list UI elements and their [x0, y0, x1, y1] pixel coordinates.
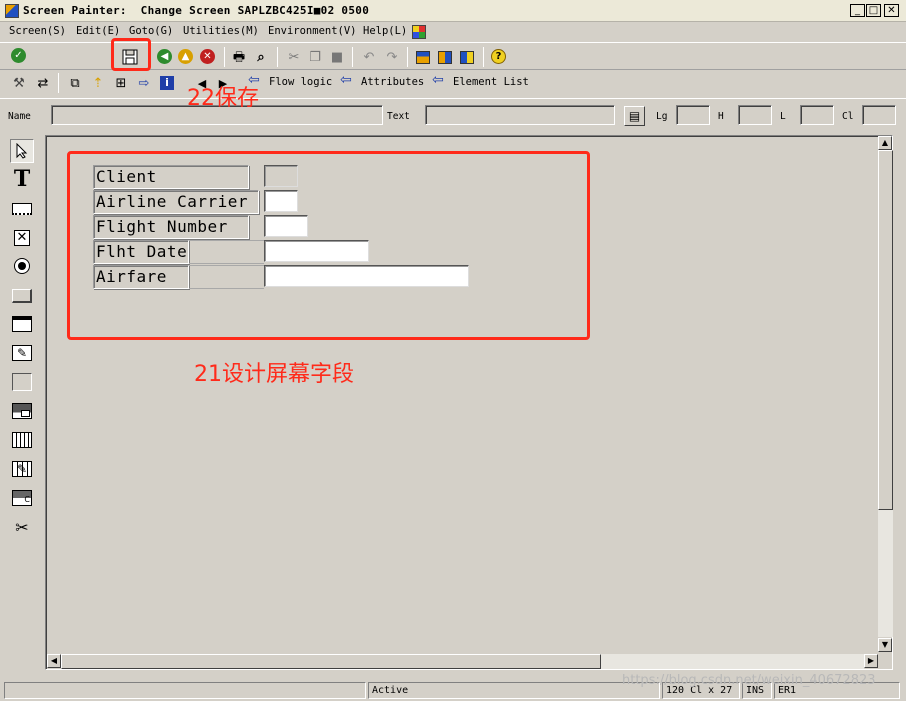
l-field[interactable] — [800, 105, 834, 125]
l-label: L — [780, 111, 786, 122]
save-annotation: 22保存 — [187, 86, 259, 111]
find-icon[interactable]: ⌕ — [252, 48, 270, 66]
back-icon[interactable]: ◀ — [157, 49, 172, 64]
toolbar-separator — [224, 47, 225, 67]
tabstrip-wizard-tool-icon[interactable]: ✎ — [10, 341, 34, 365]
table-control-tool-icon[interactable] — [10, 428, 34, 452]
navigate-icon[interactable]: ⇨ — [135, 74, 153, 92]
create-session-icon[interactable] — [414, 48, 432, 66]
h-label: H — [718, 111, 724, 122]
hierarchy-icon[interactable]: ⧉ — [66, 74, 84, 92]
menu-help[interactable]: Help(L) — [363, 25, 407, 37]
table-control-wizard-tool-icon[interactable]: ✎ — [10, 457, 34, 481]
app-icon — [5, 4, 19, 18]
window-title: Screen Painter: Change Screen SAPLZBC425… — [23, 4, 370, 17]
watermark: https://blog.csdn.net/weixin_40672823 — [622, 673, 876, 688]
toolbar-separator — [58, 73, 59, 93]
save-highlight-box — [111, 38, 151, 71]
subscreen-tool-icon[interactable] — [10, 399, 34, 423]
text-field-tool-icon[interactable]: T — [10, 166, 34, 192]
tabstrip-tool-icon[interactable] — [10, 312, 34, 336]
scroll-up-icon[interactable]: ▲ — [878, 136, 892, 150]
scroll-down-icon[interactable]: ▼ — [878, 638, 892, 652]
generate-shortcut-icon[interactable] — [436, 48, 454, 66]
wand-icon[interactable]: ⚒ — [10, 74, 28, 92]
radio-button-tool-icon[interactable] — [10, 254, 34, 278]
help-icon[interactable]: ? — [491, 49, 506, 64]
checkbox-tool-icon[interactable]: ✕ — [10, 226, 34, 250]
menu-screen[interactable]: Screen(S) — [9, 25, 66, 37]
vertical-scroll-thumb[interactable] — [878, 150, 893, 510]
exit-icon[interactable]: ▲ — [178, 49, 193, 64]
fields-highlight-box — [67, 151, 590, 340]
toolbar-separator — [407, 47, 408, 67]
input-field-tool-icon[interactable] — [10, 197, 34, 221]
close-button[interactable]: ✕ — [884, 4, 899, 17]
element-list-button[interactable]: Element List — [453, 76, 529, 88]
h-field[interactable] — [738, 105, 772, 125]
command-field[interactable] — [36, 48, 108, 66]
title-bar: Screen Painter: Change Screen SAPLZBC425… — [0, 0, 906, 22]
pushbutton-tool-icon[interactable] — [10, 284, 34, 308]
attributes-arrow-icon: ⇦ — [340, 72, 352, 88]
restore-button[interactable]: □ — [866, 4, 881, 17]
attributes-button[interactable]: Attributes — [361, 76, 424, 88]
custom-control-tool-icon[interactable]: C — [10, 486, 34, 510]
flow-logic-button[interactable]: Flow logic — [269, 76, 332, 88]
toolbar-separator — [277, 47, 278, 67]
element-properties-bar: Name Text ▤ Lg H L Cl — [0, 98, 906, 132]
cancel-icon[interactable]: ✕ — [200, 49, 215, 64]
cut-icon[interactable]: ✂ — [285, 48, 303, 66]
text-field[interactable] — [425, 105, 615, 125]
text-label: Text — [387, 111, 410, 122]
status-mode: Active — [368, 682, 660, 699]
box-tool-icon[interactable] — [10, 370, 34, 394]
status-icon-tool-icon[interactable]: ✂ — [10, 515, 34, 539]
name-label: Name — [8, 111, 31, 122]
print-icon[interactable]: 🖶 — [230, 48, 248, 66]
menu-goto[interactable]: Goto(G) — [129, 25, 173, 37]
customize-layout-icon[interactable] — [412, 25, 426, 39]
info-icon[interactable]: i — [158, 74, 176, 92]
design-annotation: 21设计屏幕字段 — [194, 362, 354, 387]
layout-icon[interactable] — [458, 48, 476, 66]
dictionary-fields-icon[interactable]: ⊞ — [112, 74, 130, 92]
toolbar-separator — [352, 47, 353, 67]
paste-icon[interactable]: ■ — [328, 48, 346, 66]
menu-utilities[interactable]: Utilities(M) — [183, 25, 259, 37]
status-message — [4, 682, 366, 699]
horizontal-scroll-thumb[interactable] — [61, 654, 601, 669]
toolbar-separator — [483, 47, 484, 67]
scroll-right-icon[interactable]: ▶ — [864, 654, 878, 668]
lg-field[interactable] — [676, 105, 710, 125]
cl-field[interactable] — [862, 105, 896, 125]
display-change-icon[interactable]: ⇄ — [34, 74, 52, 92]
minimize-button[interactable]: _ — [850, 4, 865, 17]
undo-icon[interactable]: ↶ — [360, 48, 378, 66]
where-used-icon[interactable]: ⇡ — [89, 74, 107, 92]
lg-label: Lg — [656, 111, 668, 122]
pointer-tool-icon[interactable] — [10, 139, 34, 163]
icon-select-button[interactable]: ▤ — [624, 106, 645, 126]
application-toolbar: ⚒ ⇄ ⧉ ⇡ ⊞ ⇨ i ◀ ▶ ⇦ Flow logic ⇦ Attribu… — [0, 70, 906, 96]
redo-icon[interactable]: ↷ — [383, 48, 401, 66]
cl-label: Cl — [842, 111, 854, 122]
copy-icon[interactable]: ❐ — [306, 48, 324, 66]
menu-edit[interactable]: Edit(E) — [76, 25, 120, 37]
scroll-left-icon[interactable]: ◀ — [47, 654, 61, 668]
enter-icon[interactable]: ✓ — [11, 48, 26, 63]
element-list-arrow-icon: ⇦ — [432, 72, 444, 88]
menu-environment[interactable]: Environment(V) — [268, 25, 357, 37]
